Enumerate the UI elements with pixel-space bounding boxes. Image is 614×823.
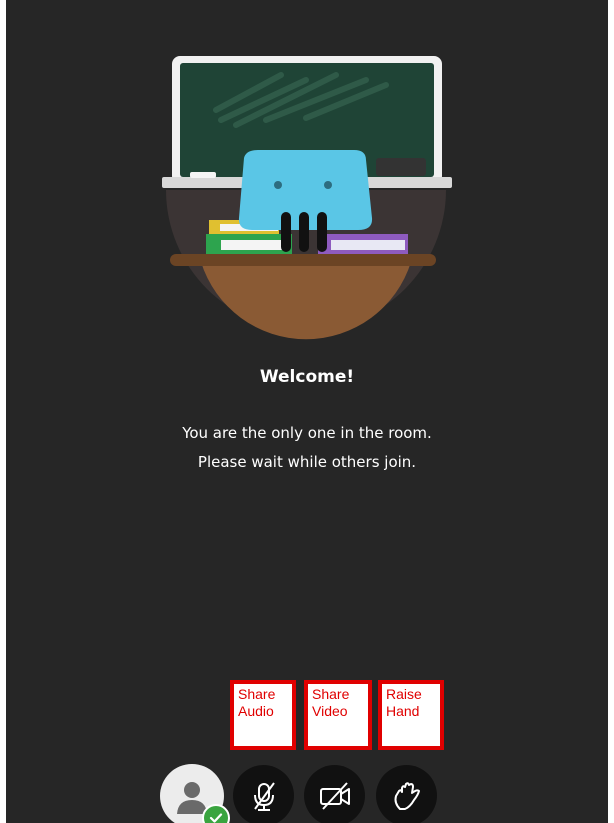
share-video-callout: Share Video (304, 680, 372, 750)
session-waiting-room: Welcome! You are the only one in the roo… (6, 0, 608, 823)
checkmark-icon (202, 804, 230, 823)
muted-microphone-icon (253, 781, 275, 811)
share-audio-button[interactable] (233, 765, 294, 823)
welcome-message-line-2: Please wait while others join. (197, 453, 417, 471)
raise-hand-icon (394, 781, 420, 810)
raise-hand-callout: Raise Hand (378, 680, 444, 750)
welcome-title: Welcome! (259, 367, 355, 387)
share-video-button[interactable] (304, 765, 365, 823)
raise-hand-button[interactable] (376, 765, 437, 823)
share-audio-callout: Share Audio (230, 680, 296, 750)
camera-off-icon (319, 781, 350, 810)
classroom-illustration (162, 56, 452, 340)
user-avatar-button[interactable] (160, 764, 230, 823)
welcome-message-line-1: You are the only one in the room. (182, 424, 432, 442)
